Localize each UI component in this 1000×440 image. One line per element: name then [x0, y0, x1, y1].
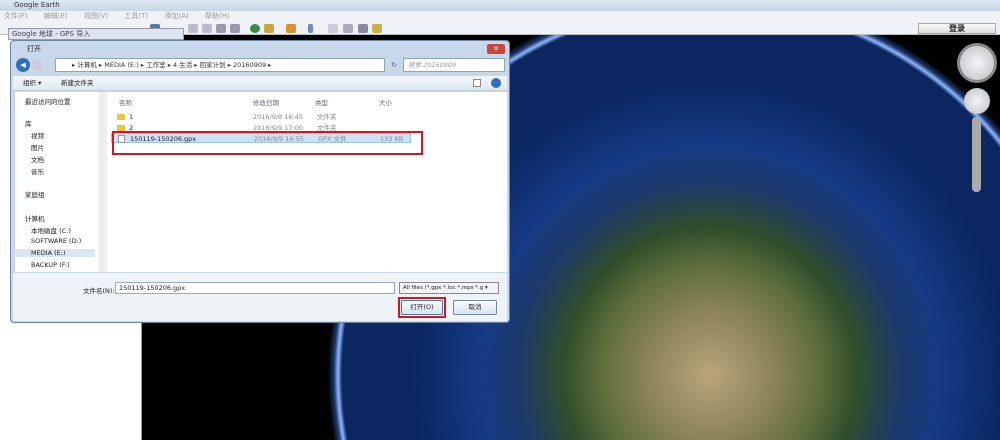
path-icon[interactable]	[216, 24, 226, 33]
forward-icon[interactable]	[31, 59, 43, 71]
sun-icon[interactable]	[264, 24, 274, 33]
file-list: 名称 修改日期 类型 大小 1 2016/9/9 16:45 文件夹 2 201…	[107, 92, 507, 272]
zoom-slider[interactable]	[972, 117, 981, 192]
ruler-icon[interactable]	[308, 24, 313, 33]
nav-homegroup[interactable]: 家庭组	[25, 189, 45, 199]
navigation-pane: 最近访问的位置 库 视频 图片 文档 音乐 家庭组 计算机 本地磁盘 (C:) …	[15, 92, 99, 272]
gps-import-dialog-title: Google 地球 - GPS 导入	[8, 28, 184, 40]
column-type[interactable]: 类型	[315, 97, 328, 107]
column-name[interactable]: 名称	[119, 97, 132, 107]
placemark-icon[interactable]	[188, 24, 198, 33]
close-icon[interactable]: ✕	[487, 44, 505, 54]
nav-computer[interactable]: 计算机	[25, 213, 45, 223]
move-control[interactable]	[964, 88, 990, 114]
save-image-icon[interactable]	[358, 24, 368, 33]
file-type: 文件夹	[317, 113, 337, 121]
nav-videos[interactable]: 视频	[31, 130, 44, 140]
column-size[interactable]: 大小	[379, 97, 392, 107]
nav-drive-f[interactable]: BACKUP (F:)	[31, 261, 70, 269]
file-type-select[interactable]: All files (*.gpx *.loc *.mps *.g ▾	[399, 282, 499, 294]
dialog-title: 打开	[27, 45, 41, 53]
filename-input[interactable]: 150119-150206.gpx	[115, 282, 395, 294]
nav-pictures[interactable]: 图片	[31, 142, 44, 152]
nav-music[interactable]: 音乐	[31, 166, 44, 176]
polygon-icon[interactable]	[202, 24, 212, 33]
login-button[interactable]: 登录	[918, 23, 996, 34]
search-input[interactable]: 搜索 20160909	[403, 58, 505, 72]
menu-edit[interactable]: 编辑(E)	[44, 12, 68, 20]
back-forward-buttons[interactable]: ◀	[16, 58, 46, 72]
menu-bar: 文件(F) 编辑(E) 视图(V) 工具(T) 添加(A) 帮助(H)	[0, 11, 1000, 22]
dialog-footer: 文件名(N): 150119-150206.gpx All files (*.g…	[13, 273, 507, 321]
folder-icon	[117, 114, 125, 120]
file-date: 2016/9/9 16:45	[253, 113, 303, 121]
menu-add[interactable]: 添加(A)	[164, 12, 188, 20]
menu-tools[interactable]: 工具(T)	[124, 12, 148, 20]
back-icon[interactable]: ◀	[16, 58, 30, 72]
preview-pane-icon[interactable]	[473, 79, 481, 87]
look-control[interactable]	[957, 43, 997, 83]
overlay-icon[interactable]	[230, 24, 240, 33]
print-icon[interactable]	[343, 24, 353, 33]
menu-help[interactable]: 帮助(H)	[205, 12, 230, 20]
help-icon[interactable]	[491, 78, 501, 88]
nav-libraries[interactable]: 库	[25, 118, 32, 128]
highlight-box-open	[398, 297, 446, 318]
cancel-button[interactable]: 取消	[453, 300, 497, 315]
filename-label: 文件名(N):	[83, 287, 115, 295]
open-file-dialog: 打开 ✕ ◀ ▸ 计算机 ▸ MEDIA (E:) ▸ 工作室 ▸ 4.生活 ▸…	[10, 40, 510, 323]
app-title-bar: Google Earth	[0, 0, 1000, 11]
maps-icon[interactable]	[372, 24, 382, 33]
organize-button[interactable]: 组织 ▾	[23, 76, 41, 90]
file-row[interactable]: 1 2016/9/9 16:45 文件夹	[111, 112, 411, 122]
nav-recent[interactable]: 最近访问的位置	[25, 96, 71, 106]
menu-file[interactable]: 文件(F)	[4, 12, 28, 20]
refresh-icon[interactable]: ↻	[387, 58, 401, 72]
navigation-scrollbar[interactable]	[99, 92, 107, 272]
nav-drive-d[interactable]: SOFTWARE (D:)	[31, 237, 81, 245]
command-bar: 组织 ▾ 新建文件夹	[13, 76, 507, 91]
file-name: 1	[129, 113, 134, 121]
nav-drive-c[interactable]: 本地磁盘 (C:)	[31, 225, 71, 235]
planets-icon[interactable]	[286, 24, 296, 33]
nav-documents[interactable]: 文档	[31, 154, 44, 164]
historical-imagery-icon[interactable]	[250, 24, 260, 33]
highlight-box-file	[112, 131, 423, 155]
column-date[interactable]: 修改日期	[253, 97, 279, 107]
new-folder-button[interactable]: 新建文件夹	[61, 76, 94, 90]
menu-view[interactable]: 视图(V)	[84, 12, 108, 20]
address-bar[interactable]: ▸ 计算机 ▸ MEDIA (E:) ▸ 工作室 ▸ 4.生活 ▸ 回家计划 ▸…	[55, 58, 385, 72]
email-icon[interactable]	[328, 24, 338, 33]
nav-drive-e[interactable]: MEDIA (E:)	[15, 249, 95, 257]
